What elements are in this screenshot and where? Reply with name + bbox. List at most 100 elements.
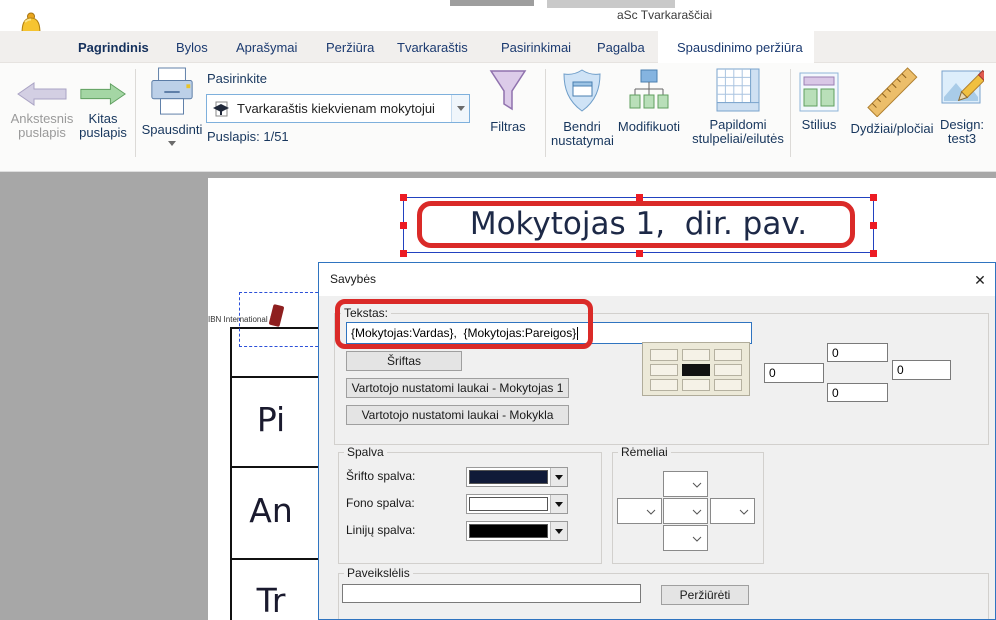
general-settings-label2: nustatymai [551, 134, 613, 148]
resize-handle-w[interactable] [400, 222, 407, 229]
image-group-label: Paveikslėlis [344, 566, 413, 580]
design-label2: test3 [934, 132, 990, 146]
custom-fields-teacher-button[interactable]: Vartotojo nustatomi laukai - Mokytojas 1 [346, 378, 569, 398]
image-path-input[interactable] [342, 584, 641, 603]
previous-page-label: Ankstesnis [8, 112, 76, 126]
background-color-dropdown-arrow[interactable] [550, 495, 567, 513]
ribbon-separator [135, 69, 136, 157]
border-center-select[interactable] [663, 498, 708, 524]
modify-button[interactable]: Modifikuoti [615, 67, 683, 134]
dialog-title: Savybės [330, 272, 376, 286]
align-top-right[interactable] [714, 349, 742, 361]
border-right-select[interactable] [710, 498, 755, 524]
extra-columns-label: Papildomi [692, 118, 784, 132]
font-color-dropdown-arrow[interactable] [550, 468, 567, 486]
border-left-select[interactable] [617, 498, 662, 524]
line-color-select[interactable] [466, 521, 568, 541]
print-dropdown-caret[interactable] [168, 141, 176, 146]
align-middle-center[interactable] [682, 364, 710, 376]
tab-spausdinimo-perziura[interactable]: Spausdinimo peržiūra [677, 40, 803, 55]
table-border-vertical [230, 327, 232, 620]
properties-dialog: Savybės ✕ Tekstas: {Mokytojas:Vardas}, {… [318, 262, 996, 620]
tab-perziura[interactable]: Peržiūra [326, 40, 374, 55]
general-settings-button[interactable]: Bendri nustatymai [551, 67, 613, 148]
margin-left-input[interactable]: 0 [764, 363, 824, 383]
layout-style-icon [798, 71, 840, 113]
tab-bylos[interactable]: Bylos [176, 40, 208, 55]
window-titlebar: aSc Tvarkaraščiai [0, 0, 996, 31]
design-button[interactable]: Design: test3 [934, 67, 990, 146]
dialog-titlebar[interactable]: Savybės ✕ [319, 263, 995, 296]
tab-pasirinkimai[interactable]: Pasirinkimai [501, 40, 571, 55]
margin-top-input[interactable]: 0 [827, 343, 888, 362]
resize-handle-se[interactable] [870, 250, 877, 257]
borders-group-label: Rėmeliai [618, 445, 671, 459]
filter-funnel-icon [484, 67, 532, 115]
table-grid-icon [715, 67, 761, 113]
window-title: aSc Tvarkaraščiai [617, 8, 712, 22]
day-cell-wednesday: Tr [232, 581, 310, 620]
sizes-button[interactable]: Dydžiai/pločiai [845, 67, 939, 136]
filter-label: Filtras [482, 120, 534, 134]
tab-pagalba[interactable]: Pagalba [597, 40, 645, 55]
design-label: Design: [934, 118, 990, 132]
ribbon-separator [790, 69, 791, 157]
align-top-center[interactable] [682, 349, 710, 361]
ribbon-separator [545, 69, 546, 157]
align-bottom-right[interactable] [714, 379, 742, 391]
app-window: aSc Tvarkaraščiai aSc Pagrindinis Bylos … [0, 0, 996, 620]
filter-button[interactable]: Filtras [482, 67, 534, 134]
extra-columns-button[interactable]: Papildomi stulpeliai/eilutės [692, 67, 784, 146]
ruler-icon [866, 67, 918, 117]
close-icon[interactable]: ✕ [967, 268, 993, 292]
tab-aprasymai[interactable]: Aprašymai [236, 40, 297, 55]
tab-tvarkarastis[interactable]: Tvarkaraštis [397, 40, 468, 55]
align-bottom-center[interactable] [682, 379, 710, 391]
tab-pagrindinis[interactable]: Pagrindinis [78, 40, 149, 55]
resize-handle-nw[interactable] [400, 194, 407, 201]
image-preview-button[interactable]: Peržiūrėti [661, 585, 749, 605]
line-color-label: Linijų spalva: [346, 523, 415, 537]
resize-handle-ne[interactable] [870, 194, 877, 201]
margin-bottom-input[interactable]: 0 [827, 383, 888, 402]
color-group-label: Spalva [344, 445, 387, 459]
font-color-select[interactable] [466, 467, 568, 487]
align-middle-right[interactable] [714, 364, 742, 376]
design-image-pencil-icon [940, 67, 984, 113]
day-cell-tuesday: An [232, 491, 310, 530]
next-page-label: Kitas [74, 112, 132, 126]
previous-page-button[interactable]: Ankstesnis puslapis [8, 81, 76, 140]
ribbon-toolbar: Ankstesnis puslapis Kitas puslapis Spaus… [0, 63, 996, 172]
red-annotation-dialog [335, 299, 593, 349]
page-indicator: Puslapis: 1/51 [207, 130, 289, 144]
background-color-select[interactable] [466, 494, 568, 514]
custom-fields-school-button[interactable]: Vartotojo nustatomi laukai - Mokykla [346, 405, 569, 425]
print-button[interactable]: Spausdinti [140, 66, 204, 146]
resize-handle-n[interactable] [636, 194, 643, 201]
extra-columns-label2: stulpeliai/eilutės [692, 132, 784, 146]
alignment-grid [642, 342, 750, 396]
modify-label: Modifikuoti [615, 120, 683, 134]
schedule-type-select[interactable]: Tvarkaraštis kiekvienam mokytojui [206, 94, 470, 123]
font-color-label: Šrifto spalva: [346, 469, 415, 483]
style-button[interactable]: Stilius [796, 71, 842, 132]
next-page-button[interactable]: Kitas puslapis [74, 81, 132, 140]
menu-tab-bar: Pagrindinis Bylos Aprašymai Peržiūra Tva… [0, 31, 996, 63]
border-bottom-select[interactable] [663, 525, 708, 551]
resize-handle-s[interactable] [636, 250, 643, 257]
background-color-label: Fono spalva: [346, 496, 415, 510]
sizes-label: Dydžiai/pločiai [845, 122, 939, 136]
align-middle-left[interactable] [650, 364, 678, 376]
resize-handle-sw[interactable] [400, 250, 407, 257]
align-top-left[interactable] [650, 349, 678, 361]
font-button[interactable]: Šriftas [346, 351, 462, 371]
line-color-dropdown-arrow[interactable] [550, 522, 567, 540]
border-top-select[interactable] [663, 471, 708, 497]
arrow-left-icon [16, 81, 68, 107]
margin-right-input[interactable]: 0 [892, 360, 951, 380]
align-bottom-left[interactable] [650, 379, 678, 391]
shield-icon [560, 67, 604, 115]
schedule-dropdown-arrow[interactable] [451, 95, 469, 122]
resize-handle-e[interactable] [870, 222, 877, 229]
font-color-swatch [469, 470, 548, 484]
